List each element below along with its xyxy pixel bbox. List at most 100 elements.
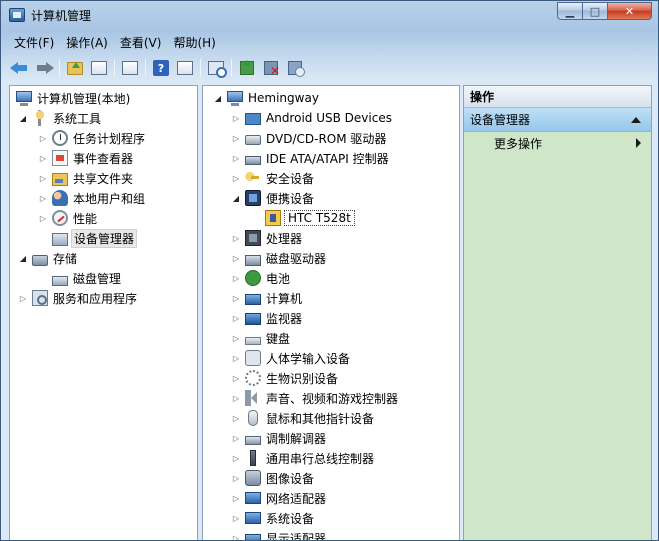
back-button[interactable] <box>9 57 31 79</box>
expand-icon[interactable]: ▷ <box>231 433 241 443</box>
device-category-hid[interactable]: ▷ 人体学输入设备 <box>203 348 459 368</box>
forward-button[interactable] <box>33 57 55 79</box>
expand-icon[interactable]: ▷ <box>231 133 241 143</box>
expand-icon[interactable]: ▷ <box>231 293 241 303</box>
update-driver-button[interactable] <box>236 57 258 79</box>
device-category-biometric[interactable]: ▷ 生物识别设备 <box>203 368 459 388</box>
expand-icon[interactable]: ▷ <box>231 493 241 503</box>
device-tree-pane[interactable]: ◢ Hemingway ▷ Android USB Devices ▷ DVD/… <box>202 85 460 541</box>
device-category-security[interactable]: ▷ 安全设备 <box>203 168 459 188</box>
device-category-mouse[interactable]: ▷ 鼠标和其他指针设备 <box>203 408 459 428</box>
expand-icon[interactable]: ▷ <box>38 213 48 223</box>
collapse-up-icon[interactable] <box>631 117 641 123</box>
expand-icon[interactable]: ▷ <box>231 513 241 523</box>
actions-pane: 操作 设备管理器 更多操作 <box>463 85 652 540</box>
expand-icon[interactable]: ▷ <box>231 273 241 283</box>
tree-item-disk-management[interactable]: 磁盘管理 <box>10 268 197 288</box>
collapse-icon[interactable]: ◢ <box>231 193 241 203</box>
uninstall-button[interactable] <box>260 57 282 79</box>
expand-icon[interactable]: ▷ <box>231 453 241 463</box>
computer-icon <box>245 293 261 305</box>
device-category-android-usb[interactable]: ▷ Android USB Devices <box>203 108 459 128</box>
expand-icon[interactable]: ▷ <box>231 173 241 183</box>
device-category-ide[interactable]: ▷ IDE ATA/ATAPI 控制器 <box>203 148 459 168</box>
device-category-dvd[interactable]: ▷ DVD/CD-ROM 驱动器 <box>203 128 459 148</box>
title-bar[interactable]: 计算机管理 ▁ □ ✕ <box>1 1 658 29</box>
tree-item-task-scheduler[interactable]: ▷ 任务计划程序 <box>10 128 197 148</box>
close-button[interactable]: ✕ <box>608 2 652 20</box>
more-actions-item[interactable]: 更多操作 <box>464 132 651 154</box>
tree-item-device-manager[interactable]: 设备管理器 <box>10 228 197 248</box>
expand-icon[interactable]: ▷ <box>38 153 48 163</box>
show-hide-action-pane-button[interactable] <box>174 57 196 79</box>
scan-hardware-button[interactable] <box>205 57 227 79</box>
action-pane-icon <box>177 61 193 75</box>
expand-icon[interactable]: ▷ <box>38 133 48 143</box>
tree-item-shared-folders[interactable]: ▷ 共享文件夹 <box>10 168 197 188</box>
tree-item-event-viewer[interactable]: ▷ 事件查看器 <box>10 148 197 168</box>
device-category-disk-drives[interactable]: ▷ 磁盘驱动器 <box>203 248 459 268</box>
menu-action[interactable]: 操作(A) <box>61 32 113 52</box>
expand-icon[interactable]: ▷ <box>231 393 241 403</box>
computer-management-icon <box>16 90 32 106</box>
expand-icon[interactable]: ▷ <box>231 413 241 423</box>
tree-item-label: 存储 <box>53 251 78 266</box>
device-category-audio[interactable]: ▷ 声音、视频和游戏控制器 <box>203 388 459 408</box>
help-button[interactable]: ? <box>150 57 172 79</box>
tree-item-label: 本地用户和组 <box>73 191 146 206</box>
menu-file[interactable]: 文件(F) <box>9 32 59 52</box>
tree-item-computer-management[interactable]: 计算机管理(本地) <box>10 88 197 108</box>
device-category-label: 图像设备 <box>266 471 315 486</box>
device-tree-root[interactable]: ◢ Hemingway <box>203 88 459 108</box>
tree-item-storage[interactable]: ◢ 存储 <box>10 248 197 268</box>
device-category-system[interactable]: ▷ 系统设备 <box>203 508 459 528</box>
expand-icon[interactable]: ▷ <box>38 173 48 183</box>
expand-icon[interactable]: ▷ <box>38 193 48 203</box>
maximize-button[interactable]: □ <box>583 2 608 20</box>
tree-item-performance[interactable]: ▷ 性能 <box>10 208 197 228</box>
expand-icon[interactable]: ▷ <box>231 253 241 263</box>
expand-icon[interactable]: ▷ <box>231 113 241 123</box>
expand-icon[interactable]: ▷ <box>231 533 241 541</box>
expand-icon[interactable]: ▷ <box>231 153 241 163</box>
collapse-icon[interactable]: ◢ <box>213 93 223 103</box>
device-category-keyboard[interactable]: ▷ 键盘 <box>203 328 459 348</box>
expand-icon[interactable]: ▷ <box>231 333 241 343</box>
device-category-battery[interactable]: ▷ 电池 <box>203 268 459 288</box>
device-category-computer[interactable]: ▷ 计算机 <box>203 288 459 308</box>
properties-button[interactable] <box>119 57 141 79</box>
device-category-network[interactable]: ▷ 网络适配器 <box>203 488 459 508</box>
minimize-button[interactable]: ▁ <box>557 2 583 20</box>
device-category-imaging[interactable]: ▷ 图像设备 <box>203 468 459 488</box>
collapse-icon[interactable]: ◢ <box>18 113 28 123</box>
device-category-label: 电池 <box>266 271 291 286</box>
tree-item-system-tools[interactable]: ◢ 系统工具 <box>10 108 197 128</box>
properties-icon <box>122 61 138 75</box>
expand-icon[interactable]: ▷ <box>231 313 241 323</box>
tree-item-services-applications[interactable]: ▷ 服务和应用程序 <box>10 288 197 308</box>
console-tree-pane[interactable]: 计算机管理(本地) ◢ 系统工具 ▷ 任务计划程序 ▷ 事件查看器 ▷ 共享文件… <box>9 85 198 540</box>
caption-buttons: ▁ □ ✕ <box>557 2 652 20</box>
device-category-modem[interactable]: ▷ 调制解调器 <box>203 428 459 448</box>
expand-icon[interactable]: ▷ <box>231 473 241 483</box>
expand-icon[interactable]: ▷ <box>231 233 241 243</box>
console-tree-icon <box>91 61 107 75</box>
show-hide-console-tree-button[interactable] <box>88 57 110 79</box>
device-category-monitor[interactable]: ▷ 监视器 <box>203 308 459 328</box>
collapse-icon[interactable]: ◢ <box>18 253 28 263</box>
expand-icon[interactable]: ▷ <box>231 373 241 383</box>
menu-help[interactable]: 帮助(H) <box>168 32 220 52</box>
expand-icon[interactable]: ▷ <box>18 293 28 303</box>
enable-device-button[interactable] <box>284 57 306 79</box>
actions-section-device-manager[interactable]: 设备管理器 <box>464 108 651 132</box>
device-category-display[interactable]: ▷ 显示适配器 <box>203 528 459 541</box>
menu-view[interactable]: 查看(V) <box>115 32 167 52</box>
tree-item-local-users-groups[interactable]: ▷ 本地用户和组 <box>10 188 197 208</box>
device-category-processor[interactable]: ▷ 处理器 <box>203 228 459 248</box>
expand-icon[interactable]: ▷ <box>231 353 241 363</box>
up-one-level-button[interactable] <box>64 57 86 79</box>
device-category-label: 通用串行总线控制器 <box>266 451 375 466</box>
device-category-usb-controllers[interactable]: ▷ 通用串行总线控制器 <box>203 448 459 468</box>
device-htc-t528t[interactable]: HTC T528t <box>203 208 459 228</box>
device-category-portable[interactable]: ◢ 便携设备 <box>203 188 459 208</box>
